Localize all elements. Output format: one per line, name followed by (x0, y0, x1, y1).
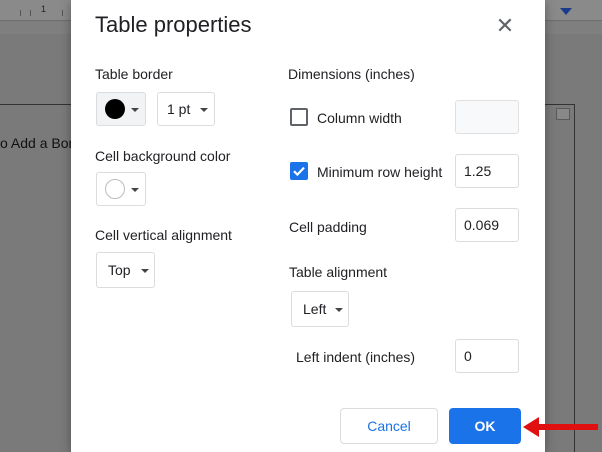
cell-bg-dropdown[interactable] (96, 172, 146, 206)
min-row-height-checkbox[interactable] (290, 162, 308, 180)
cell-bg-swatch (105, 179, 125, 199)
table-border-label: Table border (95, 66, 173, 82)
ruler-tick (62, 10, 63, 16)
close-icon[interactable]: ✕ (493, 14, 517, 38)
border-width-value: 1 pt (167, 101, 191, 117)
chevron-down-icon (200, 108, 208, 112)
cancel-button[interactable]: Cancel (340, 408, 438, 444)
column-width-input[interactable] (455, 100, 519, 134)
table-properties-dialog: Table properties ✕ Table border 1 pt Cel… (71, 0, 545, 452)
table-handle (556, 108, 570, 120)
table-alignment-value: Left (303, 301, 327, 317)
cell-valign-dropdown[interactable]: Top (96, 252, 155, 288)
chevron-down-icon (141, 269, 149, 273)
chevron-down-icon (335, 308, 343, 312)
min-row-height-label: Minimum row height (317, 164, 443, 180)
cell-padding-input[interactable] (455, 208, 519, 242)
column-width-label: Column width (317, 110, 402, 126)
ruler-number: 1 (41, 4, 47, 14)
ruler-indent-marker[interactable] (560, 8, 572, 15)
column-width-checkbox[interactable] (290, 108, 308, 126)
border-width-dropdown[interactable]: 1 pt (157, 92, 215, 126)
table-border-line (574, 104, 575, 452)
dimensions-label: Dimensions (inches) (288, 66, 415, 82)
checkmark-icon (293, 166, 305, 177)
min-row-height-input[interactable] (455, 154, 519, 188)
dialog-title: Table properties (95, 12, 252, 37)
cell-valign-label: Cell vertical alignment (95, 227, 232, 243)
ruler-tick (30, 10, 31, 16)
chevron-down-icon (131, 188, 139, 192)
ok-button[interactable]: OK (449, 408, 521, 444)
cell-padding-label: Cell padding (289, 219, 367, 235)
left-indent-label: Left indent (inches) (296, 349, 416, 365)
table-alignment-label: Table alignment (289, 264, 388, 280)
ruler-tick (20, 10, 21, 16)
chevron-down-icon (131, 108, 139, 112)
table-alignment-dropdown[interactable]: Left (291, 291, 349, 327)
border-color-dropdown[interactable] (96, 92, 146, 126)
border-color-swatch (105, 99, 125, 119)
red-arrow-icon (523, 417, 598, 437)
document-text: o Add a Bor (0, 135, 74, 151)
left-indent-input[interactable] (455, 339, 519, 373)
cell-valign-value: Top (108, 262, 131, 278)
cell-bg-label: Cell background color (95, 148, 231, 164)
